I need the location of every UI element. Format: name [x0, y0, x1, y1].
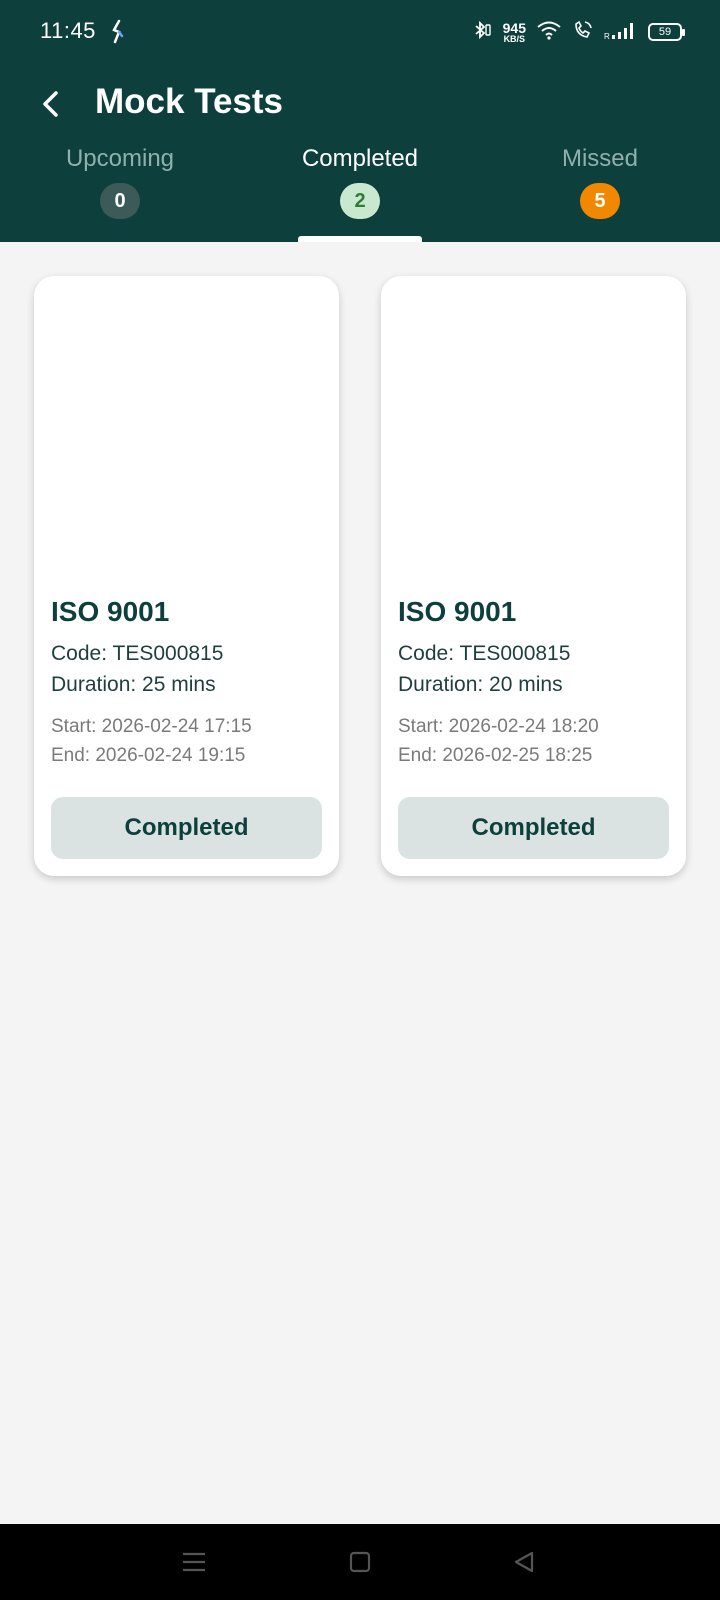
- menu-icon: [183, 1552, 205, 1572]
- call-icon: [572, 19, 594, 46]
- status-bar: 11:45 945 KB/S R 59: [0, 0, 720, 64]
- signal-icon: R: [604, 19, 638, 46]
- completed-status-button[interactable]: Completed: [51, 797, 322, 859]
- tab-missed-count-badge: 5: [580, 183, 620, 219]
- test-duration: Duration: 25 mins: [51, 673, 216, 696]
- test-title: ISO 9001: [398, 596, 517, 627]
- tab-upcoming[interactable]: Upcoming 0: [0, 142, 240, 242]
- header: 11:45 945 KB/S R 59 Mock Tests Upcoming …: [0, 0, 720, 242]
- tab-completed-label: Completed: [301, 145, 419, 172]
- test-start-time: Start: 2026-02-24 18:20: [398, 716, 599, 737]
- app-bar: Mock Tests: [0, 64, 720, 144]
- app-notification-icon: [110, 18, 126, 46]
- test-duration: Duration: 20 mins: [398, 673, 563, 696]
- system-navigation-bar: [0, 1524, 720, 1600]
- tab-bar: Upcoming 0 Completed 2 Missed 5: [0, 142, 720, 242]
- status-icons: 945 KB/S R 59: [471, 16, 685, 48]
- tab-missed[interactable]: Missed 5: [480, 142, 720, 242]
- menu-button[interactable]: [176, 1544, 212, 1580]
- bluetooth-icon: [471, 19, 493, 46]
- tab-completed-count-badge: 2: [340, 183, 380, 219]
- completed-status-button[interactable]: Completed: [398, 797, 669, 859]
- tab-completed[interactable]: Completed 2: [240, 142, 480, 242]
- svg-text:R: R: [604, 32, 610, 41]
- test-end-time: End: 2026-02-25 18:25: [398, 745, 593, 766]
- active-tab-indicator: [298, 236, 422, 242]
- status-time: 11:45: [40, 18, 96, 43]
- test-card[interactable]: ISO 9001 Code: TES000815 Duration: 25 mi…: [34, 276, 339, 876]
- page-title: Mock Tests: [95, 82, 284, 121]
- back-triangle-icon: [514, 1551, 534, 1573]
- net-speed: 945 KB/S: [503, 21, 526, 44]
- back-nav-button[interactable]: [506, 1544, 542, 1580]
- test-code: Code: TES000815: [51, 642, 224, 665]
- wifi-icon: [536, 19, 562, 46]
- tab-upcoming-count-badge: 0: [100, 183, 140, 219]
- chevron-left-icon: [43, 91, 58, 117]
- home-icon: [349, 1551, 371, 1573]
- net-speed-value: 945: [502, 19, 526, 36]
- test-card[interactable]: ISO 9001 Code: TES000815 Duration: 20 mi…: [381, 276, 686, 876]
- tab-upcoming-label: Upcoming: [65, 145, 175, 172]
- test-start-time: Start: 2026-02-24 17:15: [51, 716, 252, 737]
- home-button[interactable]: [342, 1544, 378, 1580]
- back-button[interactable]: [30, 84, 70, 124]
- tab-missed-label: Missed: [561, 145, 639, 172]
- net-speed-unit: KB/S: [503, 33, 526, 44]
- test-end-time: End: 2026-02-24 19:15: [51, 745, 246, 766]
- test-code: Code: TES000815: [398, 642, 571, 665]
- test-title: ISO 9001: [51, 596, 170, 627]
- battery-icon: 59: [648, 23, 685, 41]
